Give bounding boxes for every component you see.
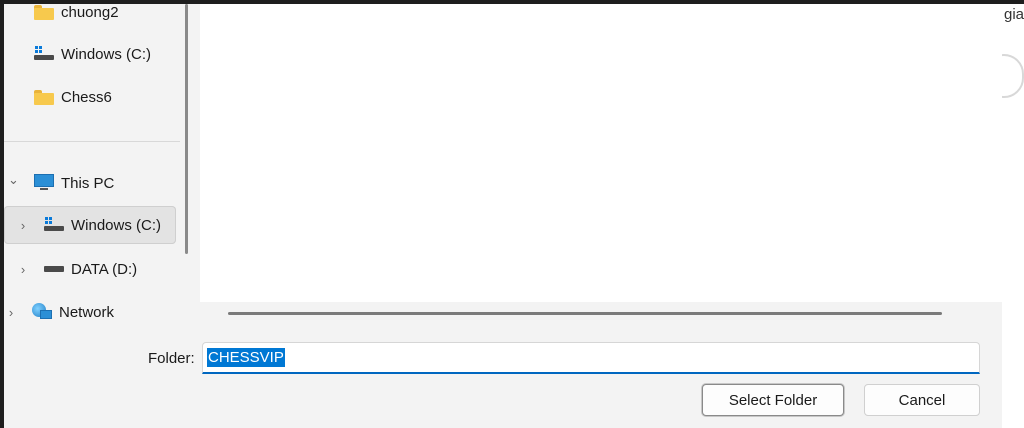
nav-item-windows-c-quick[interactable]: Windows (C:) xyxy=(34,35,151,73)
nav-item-this-pc[interactable]: ⌄ This PC xyxy=(8,164,114,202)
dialog-footer xyxy=(4,324,1002,428)
folder-label: Folder: xyxy=(148,350,195,367)
pc-icon xyxy=(34,174,54,192)
drive-icon xyxy=(34,46,54,62)
cancel-button[interactable]: Cancel xyxy=(864,384,980,416)
chevron-right-icon[interactable]: › xyxy=(18,218,28,233)
nav-divider xyxy=(4,141,180,142)
folder-name-value: CHESSVIP xyxy=(207,348,285,367)
nav-item-label: DATA (D:) xyxy=(71,260,138,278)
horizontal-scrollbar-thumb[interactable] xyxy=(228,312,942,315)
navigation-pane: chuong2 Windows (C:) Chess6 ⌄ This PC › … xyxy=(4,4,182,324)
chevron-right-icon[interactable]: › xyxy=(18,262,28,277)
chevron-down-icon[interactable]: ⌄ xyxy=(8,172,19,188)
background-window: gia xyxy=(1002,4,1024,428)
nav-item-label: Windows (C:) xyxy=(71,216,162,234)
nav-item-label: Windows (C:) xyxy=(61,45,152,63)
nav-item-label: This PC xyxy=(61,174,115,192)
file-list-area[interactable] xyxy=(200,4,1002,302)
folder-name-input[interactable]: CHESSVIP xyxy=(202,342,980,374)
nav-item-windows-c[interactable]: › Windows (C:) xyxy=(4,206,176,244)
nav-item-data-d[interactable]: › DATA (D:) xyxy=(18,250,137,288)
nav-item-label: chuong2 xyxy=(61,4,119,21)
select-folder-dialog: chuong2 Windows (C:) Chess6 ⌄ This PC › … xyxy=(4,4,1002,428)
background-window-control xyxy=(1002,54,1024,98)
background-window-text: gia xyxy=(1004,6,1024,23)
nav-item-chess6[interactable]: Chess6 xyxy=(34,78,112,116)
nav-scrollbar[interactable] xyxy=(185,4,188,254)
nav-item-chuong2[interactable]: chuong2 xyxy=(34,4,119,31)
select-folder-button[interactable]: Select Folder xyxy=(702,384,844,416)
network-icon xyxy=(32,303,52,321)
folder-icon xyxy=(34,89,54,105)
folder-icon xyxy=(34,4,54,20)
chevron-right-icon[interactable]: › xyxy=(6,305,16,320)
hdd-icon xyxy=(44,264,64,274)
drive-icon xyxy=(44,217,64,233)
nav-item-label: Network xyxy=(59,303,115,321)
nav-item-label: Chess6 xyxy=(61,88,112,106)
